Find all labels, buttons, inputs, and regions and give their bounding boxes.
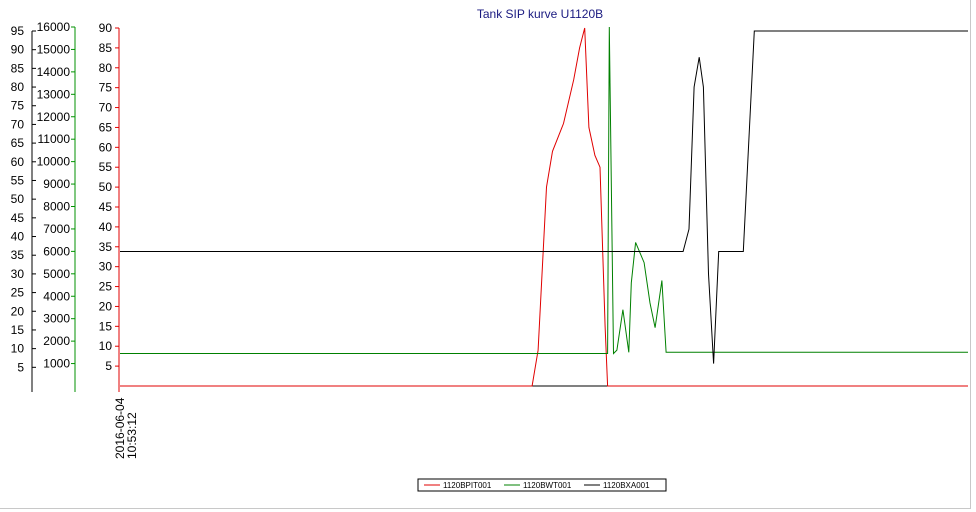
axis-tick-label-axis_b: 15000 (37, 42, 71, 56)
x-start-label: 2016-06-0410:53:12 (113, 397, 139, 459)
axis-tick-label-axis_b: 9000 (43, 177, 70, 191)
axis-tick-label-axis_c: 75 (99, 81, 113, 95)
chart: Tank SIP kurve U1120B 5 10 15 20 25 30 35 40 45 5… (0, 0, 976, 512)
axis-tick-label-axis_a: 65 (11, 136, 25, 150)
axis-tick-label-axis_a: 90 (11, 43, 25, 57)
axis-tick-label-axis_c: 70 (99, 101, 113, 115)
series-line-1120BPIT001 (120, 27, 968, 387)
axis-tick-label-axis_b: 12000 (37, 110, 71, 124)
axis-tick-label-axis_c: 60 (99, 140, 113, 154)
axis-tick-label-axis_c: 65 (99, 120, 113, 134)
axis-tick-label-axis_c: 20 (99, 299, 113, 313)
axis-tick-label-axis_b: 16000 (37, 20, 71, 34)
axis-tick-label-axis_b: 2000 (43, 334, 70, 348)
axis-tick-label-axis_a: 40 (11, 230, 25, 244)
axis-tick-label-axis_c: 15 (99, 319, 113, 333)
legend-label-1120BXA001: 1120BXA001 (603, 481, 650, 490)
series-line-1120BWT001 (120, 26, 968, 355)
axis-tick-label-axis_b: 6000 (43, 244, 70, 258)
axis-tick-label-axis_b: 8000 (43, 200, 70, 214)
axis-tick-label-axis_c: 90 (99, 21, 113, 35)
series-line-1120BXA001 (120, 30, 968, 364)
axes-layer: 5 10 15 20 25 30 35 40 45 50 55 60 65 70 75 80 85 90 95 100… (11, 20, 968, 392)
axis-tick-label-axis_c: 5 (105, 359, 112, 373)
axis-tick-label-axis_b: 1000 (43, 357, 70, 371)
axis-tick-label-axis_a: 95 (11, 24, 25, 38)
axis-tick-label-axis_a: 30 (11, 267, 25, 281)
axis-tick-label-axis_a: 70 (11, 117, 25, 131)
axis-tick-label-axis_c: 30 (99, 260, 113, 274)
axis-tick-label-axis_b: 13000 (37, 87, 71, 101)
axis-tick-label-axis_a: 55 (11, 173, 25, 187)
axis-tick-label-axis_c: 80 (99, 61, 113, 75)
axis-tick-label-axis_c: 35 (99, 240, 113, 254)
axis-tick-label-axis_b: 7000 (43, 222, 70, 236)
axis-tick-label-axis_c: 25 (99, 280, 113, 294)
axis-tick-label-axis_b: 5000 (43, 267, 70, 281)
legend-label-1120BPIT001: 1120BPIT001 (443, 481, 492, 490)
axis-tick-label-axis_c: 10 (99, 339, 113, 353)
axis-tick-label-axis_a: 35 (11, 248, 25, 262)
axis-tick-label-axis_c: 45 (99, 200, 113, 214)
axis-tick-label-axis_b: 10000 (37, 155, 71, 169)
axis-tick-label-axis_a: 25 (11, 286, 25, 300)
legend: 1120BPIT001 1120BWT001 1120BXA001 (417, 478, 667, 492)
axis-tick-label-axis_c: 40 (99, 220, 113, 234)
axis-tick-label-axis_c: 85 (99, 41, 113, 55)
axis-tick-label-axis_a: 50 (11, 192, 25, 206)
axis-tick-label-axis_a: 5 (17, 360, 24, 374)
axis-tick-label-axis_b: 4000 (43, 289, 70, 303)
axis-tick-label-axis_b: 11000 (38, 132, 71, 146)
axis-tick-label-axis_a: 20 (11, 304, 25, 318)
chart-title: Tank SIP kurve U1120B (477, 7, 603, 21)
axis-tick-label-axis_b: 14000 (37, 65, 71, 79)
axis-tick-label-axis_a: 80 (11, 80, 25, 94)
axis-tick-label-axis_a: 60 (11, 155, 25, 169)
chart-svg: Tank SIP kurve U1120B 510152025303540455… (11, 7, 968, 492)
legend-label-1120BWT001: 1120BWT001 (523, 481, 572, 490)
axis-tick-label-axis_c: 55 (99, 160, 113, 174)
axis-tick-label-axis_a: 10 (11, 342, 25, 356)
axis-tick-label-axis_a: 15 (11, 323, 25, 337)
axis-tick-label-axis_b: 3000 (43, 312, 70, 326)
axis-tick-label-axis_a: 45 (11, 211, 25, 225)
axis-tick-label-axis_c: 50 (99, 180, 113, 194)
plot-layer (120, 26, 968, 387)
axis-tick-label-axis_a: 85 (11, 61, 25, 75)
x-start-label-line: 10:53:12 (125, 412, 139, 459)
axis-tick-label-axis_a: 75 (11, 99, 25, 113)
